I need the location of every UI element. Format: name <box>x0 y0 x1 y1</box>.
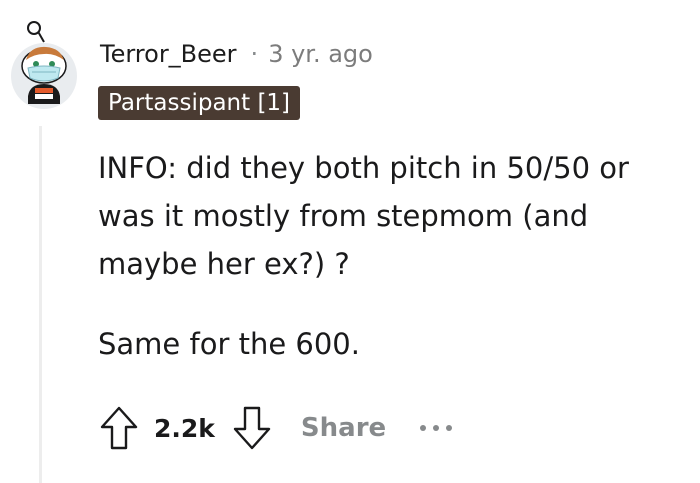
username[interactable]: Terror_Beer <box>100 40 237 68</box>
user-avatar[interactable] <box>8 20 80 110</box>
comment-body: INFO: did they both pitch in 50/50 or wa… <box>98 144 688 368</box>
more-dot <box>446 425 453 431</box>
thread-line[interactable] <box>39 126 42 483</box>
downvote-button[interactable] <box>229 402 275 454</box>
separator-dot: · <box>250 40 259 68</box>
share-button[interactable]: Share <box>301 413 386 443</box>
upvote-button[interactable] <box>96 402 142 454</box>
more-dot <box>433 425 440 431</box>
comment-header: Terror_Beer · 3 yr. ago <box>100 36 373 72</box>
comment-paragraph: Same for the 600. <box>98 327 360 361</box>
comment-paragraph: INFO: did they both pitch in 50/50 or wa… <box>98 151 629 281</box>
vote-score: 2.2k <box>154 413 215 443</box>
more-dot <box>420 425 427 431</box>
comment-actions: 2.2k Share <box>96 402 453 454</box>
downvote-icon <box>233 406 271 450</box>
timestamp[interactable]: 3 yr. ago <box>268 40 373 68</box>
user-flair: Partassipant [1] <box>98 86 301 120</box>
more-options-icon[interactable] <box>420 402 453 454</box>
avatar-icon <box>11 21 77 109</box>
upvote-icon <box>100 406 138 450</box>
